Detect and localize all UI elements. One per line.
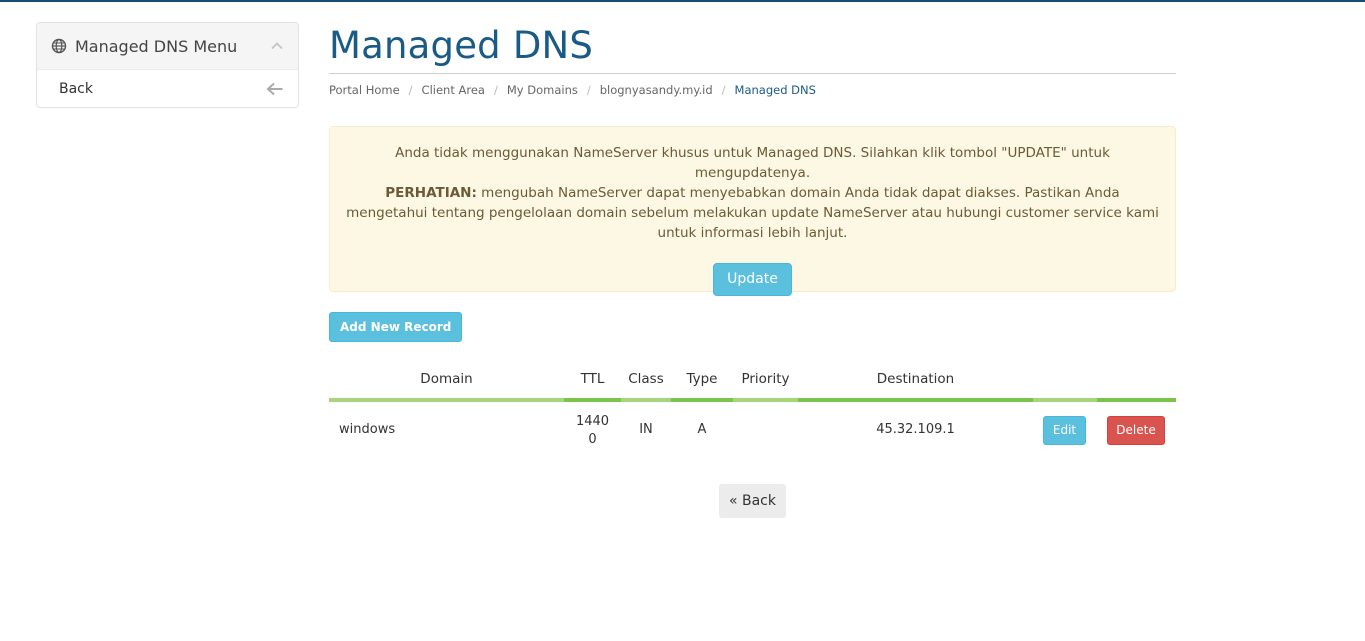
breadcrumb-separator: / [586,83,591,97]
breadcrumb-my-domains[interactable]: My Domains [507,83,578,97]
delete-record-button[interactable]: Delete [1107,416,1165,445]
breadcrumb-domain[interactable]: blognyasandy.my.id [600,83,713,97]
title-divider [329,73,1176,74]
header-underline [798,398,1033,402]
breadcrumb-separator: / [721,83,726,97]
cell-ttl-line: 0 [588,432,597,447]
sidebar-header[interactable]: Managed DNS Menu [37,23,298,70]
back-button[interactable]: « Back [719,484,786,518]
header-underline [733,398,798,402]
nameserver-warning-alert: Anda tidak menggunakan NameServer khusus… [329,126,1176,296]
cell-class: IN [639,422,653,437]
alert-line: Anda tidak menggunakan NameServer khusus… [395,145,1110,181]
breadcrumb-separator: / [493,83,498,97]
cell-destination: 45.32.109.1 [876,422,955,437]
column-header-type: Type [686,371,718,387]
edit-record-button[interactable]: Edit [1043,416,1086,445]
breadcrumb-current: Managed DNS [734,83,816,97]
breadcrumb-client-area[interactable]: Client Area [422,83,485,97]
top-accent-bar [0,0,1365,2]
alert-message: Anda tidak menggunakan NameServer khusus… [344,143,1161,243]
sidebar-panel: Managed DNS Menu Back [36,22,299,108]
header-underline [671,398,733,402]
column-header-ttl: TTL [580,371,605,387]
column-header-priority: Priority [741,371,790,387]
cell-ttl: 1440 0 [564,413,621,449]
globe-icon [51,38,67,54]
cell-domain: windows [339,422,396,437]
header-underline [564,398,621,402]
alert-warning-label: PERHATIAN: [385,185,477,201]
column-header-class: Class [628,371,664,387]
breadcrumb-portal-home[interactable]: Portal Home [329,83,400,97]
column-header-destination: Destination [876,371,955,387]
sidebar-item-back[interactable]: Back [37,70,298,107]
page-title: Managed DNS [329,24,594,67]
cell-ttl-line: 1440 [575,414,610,429]
sidebar-title: Managed DNS Menu [75,36,238,56]
column-header-domain: Domain [420,371,473,387]
breadcrumb-separator: / [408,83,413,97]
chevron-up-icon[interactable] [270,39,284,53]
cell-type: A [697,422,707,437]
header-underline [621,398,671,402]
header-underline [1097,398,1176,402]
update-button[interactable]: Update [713,263,792,296]
sidebar-item-label: Back [59,80,93,97]
add-new-record-button[interactable]: Add New Record [329,312,463,342]
header-underline [329,398,564,402]
header-underline [1033,398,1097,402]
arrow-left-icon [266,82,283,95]
breadcrumb: Portal Home / Client Area / My Domains /… [329,83,816,97]
